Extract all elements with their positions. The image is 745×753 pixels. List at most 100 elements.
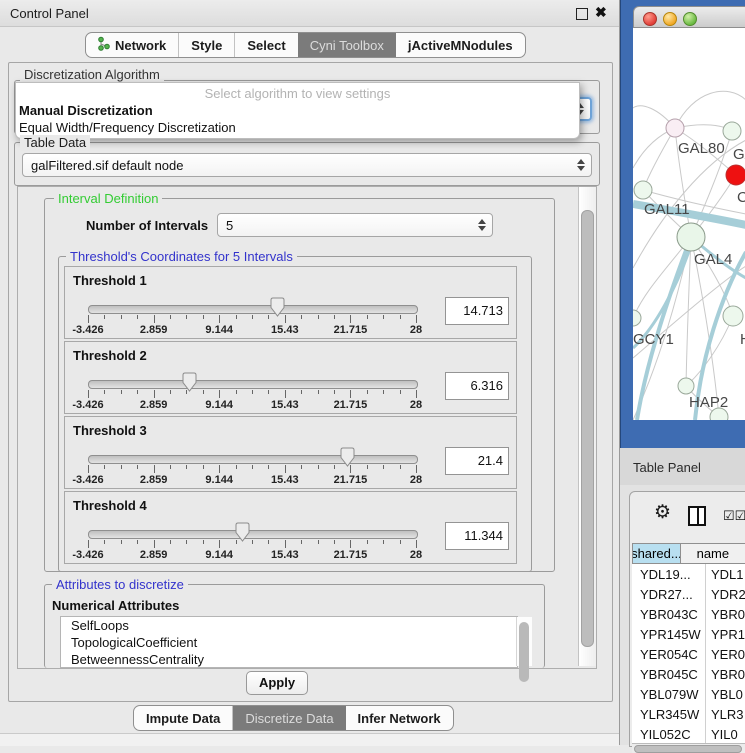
tick-label: -3.426 — [72, 474, 103, 486]
tick-label: -3.426 — [72, 399, 103, 411]
cell-shared-name[interactable]: YIL052C — [632, 724, 706, 743]
table-row[interactable]: YPR145WYPR1 — [632, 624, 745, 644]
network-node-c[interactable] — [726, 165, 745, 185]
tab-infer-network[interactable]: Infer Network — [346, 706, 453, 730]
gear-icon[interactable]: ⚙ — [654, 503, 671, 522]
settings-vertical-scrollbar[interactable] — [578, 187, 596, 666]
table-row[interactable]: YBR045CYBR0 — [632, 664, 745, 684]
network-canvas[interactable]: GAL80GACGAL11GAL4GCY1HHAP2 — [633, 28, 745, 420]
interval-definition-title: Interval Definition — [54, 191, 162, 206]
network-node-gal80[interactable] — [666, 119, 684, 137]
attributes-scrollbar-thumb[interactable] — [519, 622, 529, 682]
threshold-panel: Threshold 1 -3.4262.8599.14415.4321.7152… — [64, 266, 517, 339]
attribute-list-item[interactable]: BetweennessCentrality — [61, 651, 517, 668]
cell-shared-name[interactable]: YBL079W — [632, 684, 706, 704]
cell-shared-name[interactable]: YER054C — [632, 644, 706, 664]
tab-select[interactable]: Select — [235, 33, 297, 57]
network-window-titlebar[interactable] — [633, 6, 745, 28]
tab-network[interactable]: Network — [86, 33, 179, 57]
tab-cyni-toolbox[interactable]: Cyni Toolbox — [298, 33, 396, 57]
attribute-list-item[interactable]: TopologicalCoefficient — [61, 634, 517, 651]
cell-name[interactable]: YBL0 — [706, 684, 743, 704]
panel-title: Control Panel — [10, 6, 89, 21]
column-header-name[interactable]: name — [681, 543, 745, 564]
numerical-attributes-list[interactable]: SelfLoopsTopologicalCoefficientBetweenne… — [60, 616, 518, 668]
cell-shared-name[interactable]: YDL19... — [632, 564, 706, 584]
table-row[interactable]: YLR345WYLR3 — [632, 704, 745, 724]
threshold-value-field[interactable]: 6.316 — [445, 372, 509, 400]
network-node-gcy1[interactable] — [633, 310, 641, 326]
network-node-ga[interactable] — [723, 122, 741, 140]
threshold-slider-track[interactable] — [88, 455, 418, 464]
table-row[interactable]: YDR27...YDR2 — [632, 584, 745, 604]
table-hscrollbar-thumb[interactable] — [634, 745, 742, 753]
table-data-select[interactable]: galFiltered.sif default node — [22, 153, 592, 177]
threshold-slider-thumb[interactable] — [270, 297, 285, 317]
cell-shared-name[interactable]: YLR345W — [632, 704, 706, 724]
network-node-gal11[interactable] — [634, 181, 652, 199]
table-row[interactable]: YBL079WYBL0 — [632, 684, 745, 704]
cell-shared-name[interactable]: YBR043C — [632, 604, 706, 624]
close-traffic-light-icon[interactable] — [643, 12, 657, 26]
close-icon[interactable]: ✖ — [595, 4, 607, 21]
attributes-list-scrollbar[interactable] — [516, 617, 532, 666]
table-row[interactable]: YDL19...YDL1 — [632, 564, 745, 584]
attribute-list-item[interactable]: SelfLoops — [61, 617, 517, 634]
tab-jactivemnodules[interactable]: jActiveMNodules — [396, 33, 525, 57]
tick-label: 21.715 — [334, 324, 368, 336]
cell-name[interactable]: YPR1 — [706, 624, 745, 644]
threshold-value-field[interactable]: 11.344 — [445, 522, 509, 550]
network-node-gal4[interactable] — [677, 223, 705, 251]
tab-discretize-data[interactable]: Discretize Data — [233, 706, 345, 730]
tick-label: 15.43 — [271, 399, 299, 411]
tab-impute-data[interactable]: Impute Data — [134, 706, 233, 730]
zoom-traffic-light-icon[interactable] — [683, 12, 697, 26]
float-window-icon[interactable] — [576, 8, 588, 20]
tick-label: 21.715 — [334, 474, 368, 486]
tick-label: 2.859 — [140, 399, 168, 411]
select-columns-icon[interactable]: ☑☑ — [723, 508, 745, 524]
table-rows[interactable]: YDL19...YDL1YDR27...YDR2YBR043CYBR0YPR14… — [632, 564, 745, 743]
network-node-hap2[interactable] — [678, 378, 694, 394]
cell-name[interactable]: YLR3 — [706, 704, 744, 724]
network-node-label: GAL11 — [644, 201, 690, 218]
cell-name[interactable]: YDR2 — [706, 584, 745, 604]
threshold-slider-thumb[interactable] — [340, 447, 355, 467]
apply-button[interactable]: Apply — [246, 671, 308, 695]
algorithm-dropdown-popup: Select algorithm to view settings Manual… — [15, 82, 580, 139]
cell-name[interactable]: YBR0 — [706, 664, 745, 684]
algorithm-option-manual[interactable]: Manual Discretization — [19, 103, 153, 118]
tab-style[interactable]: Style — [179, 33, 235, 57]
control-panel-titlebar: Control Panel ✖ — [0, 0, 619, 27]
network-node-label: GA — [733, 146, 745, 163]
cell-name[interactable]: YER0 — [706, 644, 745, 664]
threshold-slider-thumb[interactable] — [235, 522, 250, 542]
table-panel-box: ⚙ ☑☑ shared... name YDL19...YDL1YDR27...… — [629, 491, 745, 747]
settings-scrollbar-thumb[interactable] — [581, 210, 594, 647]
table-row[interactable]: YIL052CYIL0 — [632, 724, 745, 743]
split-columns-icon[interactable] — [688, 506, 706, 526]
threshold-label: Threshold 4 — [73, 498, 147, 513]
cell-shared-name[interactable]: YBR045C — [632, 664, 706, 684]
cell-name[interactable]: YBR0 — [706, 604, 745, 624]
algorithm-option-equal-width[interactable]: Equal Width/Frequency Discretization — [19, 120, 236, 135]
cell-shared-name[interactable]: YPR145W — [632, 624, 706, 644]
network-node-h[interactable] — [723, 306, 743, 326]
cell-shared-name[interactable]: YDR27... — [632, 584, 706, 604]
threshold-slider-track[interactable] — [88, 380, 418, 389]
minimize-traffic-light-icon[interactable] — [663, 12, 677, 26]
cell-name[interactable]: YDL1 — [706, 564, 744, 584]
network-node-label: GAL80 — [678, 140, 725, 157]
threshold-value-field[interactable]: 21.4 — [445, 447, 509, 475]
threshold-value-field[interactable]: 14.713 — [445, 297, 509, 325]
cell-name[interactable]: YIL0 — [706, 724, 738, 743]
threshold-slider-thumb[interactable] — [182, 372, 197, 392]
column-header-shared-name[interactable]: shared... — [632, 543, 681, 564]
table-row[interactable]: YER054CYER0 — [632, 644, 745, 664]
table-row[interactable]: YBR043CYBR0 — [632, 604, 745, 624]
threshold-slider-track[interactable] — [88, 530, 418, 539]
number-of-intervals-select[interactable]: 5 — [217, 213, 493, 237]
network-view-window[interactable]: GAL80GACGAL11GAL4GCY1HHAP2 — [620, 0, 745, 448]
threshold-slider-track[interactable] — [88, 305, 418, 314]
attributes-group-title: Attributes to discretize — [52, 577, 188, 592]
